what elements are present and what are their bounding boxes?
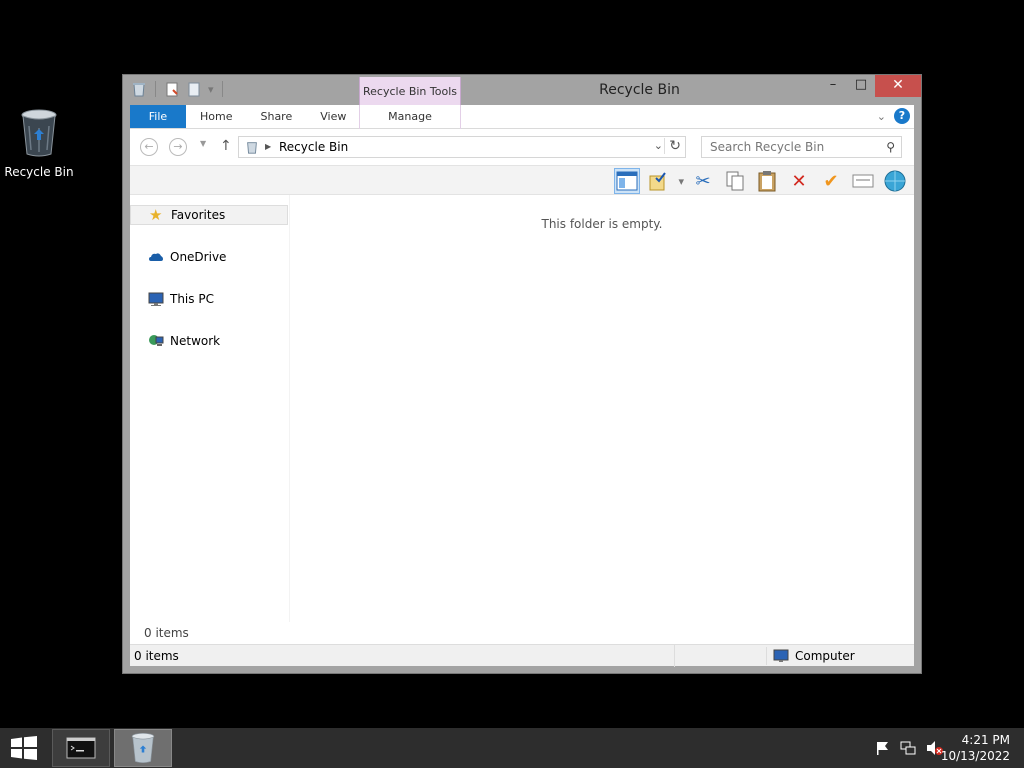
item-count-line: 0 items (130, 622, 914, 644)
rename-check-icon[interactable]: ✔ (818, 168, 844, 194)
taskbar-recycle-bin[interactable] (114, 729, 172, 767)
file-list[interactable]: This folder is empty. (290, 195, 914, 622)
recent-locations-icon[interactable]: ▼ (200, 139, 206, 148)
ribbon-tabs: File Home Share View Manage ⌄ ? (130, 105, 914, 129)
ribbon-controls: ⌄ ? (877, 108, 910, 124)
command-prompt-icon (66, 737, 96, 759)
breadcrumb-arrow-icon[interactable]: ▶ (265, 140, 271, 154)
up-button[interactable]: ↑ (220, 138, 232, 154)
star-icon: ★ (149, 206, 163, 224)
refresh-button[interactable]: ↻ (664, 138, 681, 154)
nav-item-network[interactable]: Network (130, 331, 288, 351)
nav-item-this-pc[interactable]: This PC (130, 289, 288, 309)
nav-item-label: OneDrive (170, 250, 227, 264)
recycle-bin-icon (21, 109, 57, 157)
expand-ribbon-icon[interactable]: ⌄ (877, 110, 886, 123)
navigation-pane: ★ Favorites OneDrive This PC Network (130, 195, 290, 622)
tab-home[interactable]: Home (186, 105, 246, 128)
cut-icon[interactable]: ✂ (690, 168, 716, 194)
status-location: Computer (766, 647, 855, 665)
close-button[interactable]: ✕ (875, 75, 921, 97)
nav-item-label: Favorites (171, 208, 226, 222)
help-icon[interactable]: ? (894, 108, 910, 124)
window-controls: – □ ✕ (819, 75, 921, 97)
select-button[interactable] (646, 168, 672, 194)
desktop-recycle-bin[interactable]: Recycle Bin (4, 108, 74, 179)
nav-item-label: This PC (170, 292, 214, 306)
preview-pane-icon (616, 171, 638, 191)
breadcrumb[interactable]: Recycle Bin (279, 140, 348, 154)
minimize-button[interactable]: – (819, 75, 847, 97)
tab-share[interactable]: Share (246, 105, 306, 128)
globe-icon (884, 170, 906, 192)
properties-button[interactable] (850, 168, 876, 194)
paste-icon[interactable] (754, 168, 780, 194)
title-bar[interactable]: ▾ Recycle Bin Tools Recycle Bin – □ ✕ (123, 75, 921, 105)
nav-item-onedrive[interactable]: OneDrive (130, 247, 288, 267)
clock-time: 4:21 PM (961, 733, 1010, 747)
explorer-window: ▾ Recycle Bin Tools Recycle Bin – □ ✕ Fi… (122, 74, 922, 674)
status-bar: 0 items Computer (130, 644, 914, 667)
toolbar-buttons: ▾ ✂ ✕ ✔ (614, 168, 908, 194)
status-item-count: 0 items (134, 649, 179, 663)
desktop-icon-label: Recycle Bin (4, 165, 74, 179)
search-icon[interactable]: ⚲ (886, 140, 895, 154)
network-status-icon[interactable] (900, 740, 916, 756)
status-location-label: Computer (795, 649, 855, 663)
maximize-button[interactable]: □ (847, 75, 875, 97)
select-dropdown-icon[interactable]: ▾ (678, 175, 684, 188)
item-count: 0 items (144, 626, 189, 640)
recycle-bin-small-icon (247, 142, 257, 154)
nav-item-favorites[interactable]: ★ Favorites (130, 205, 288, 225)
search-input[interactable]: Search Recycle Bin ⚲ (701, 136, 902, 158)
system-tray (874, 740, 944, 756)
search-placeholder: Search Recycle Bin (710, 140, 825, 154)
window-frame: File Home Share View Manage ⌄ ? ← → ▼ ↑ … (130, 105, 914, 667)
recycle-bin-icon (131, 732, 155, 764)
window-title: Recycle Bin (599, 82, 680, 98)
empty-folder-message: This folder is empty. (541, 217, 663, 231)
globe-button[interactable] (882, 168, 908, 194)
tab-manage[interactable]: Manage (359, 105, 461, 129)
check-folder-icon (649, 172, 667, 191)
preview-pane-button[interactable] (614, 168, 641, 194)
properties-icon (852, 174, 874, 188)
address-row: ← → ▼ ↑ ▶ Recycle Bin ⌄ ↻ Search Recycle… (130, 129, 914, 165)
computer-icon (773, 649, 789, 662)
computer-icon (148, 292, 164, 306)
windows-start-icon[interactable] (10, 736, 38, 760)
cloud-icon (149, 253, 163, 261)
command-toolbar: ▾ ✂ ✕ ✔ (130, 165, 914, 195)
address-bar[interactable]: ▶ Recycle Bin ⌄ ↻ (238, 136, 686, 158)
explorer-body: ★ Favorites OneDrive This PC Network Thi… (130, 195, 914, 622)
copy-icon[interactable] (722, 168, 748, 194)
clock-date: 10/13/2022 (940, 749, 1010, 763)
address-dropdown-icon[interactable]: ⌄ (654, 139, 663, 152)
taskbar: 4:21 PM 10/13/2022 (0, 728, 1024, 768)
clock[interactable]: 4:21 PM 10/13/2022 (941, 732, 1010, 764)
action-center-flag-icon[interactable] (874, 740, 890, 756)
status-divider (674, 645, 675, 667)
back-button[interactable]: ← (140, 138, 158, 156)
forward-button[interactable]: → (169, 138, 187, 156)
taskbar-command-prompt[interactable] (52, 729, 110, 767)
tab-view[interactable]: View (306, 105, 360, 128)
tab-file[interactable]: File (130, 105, 186, 128)
nav-item-label: Network (170, 334, 221, 348)
delete-icon[interactable]: ✕ (786, 168, 812, 194)
network-icon (149, 335, 164, 346)
